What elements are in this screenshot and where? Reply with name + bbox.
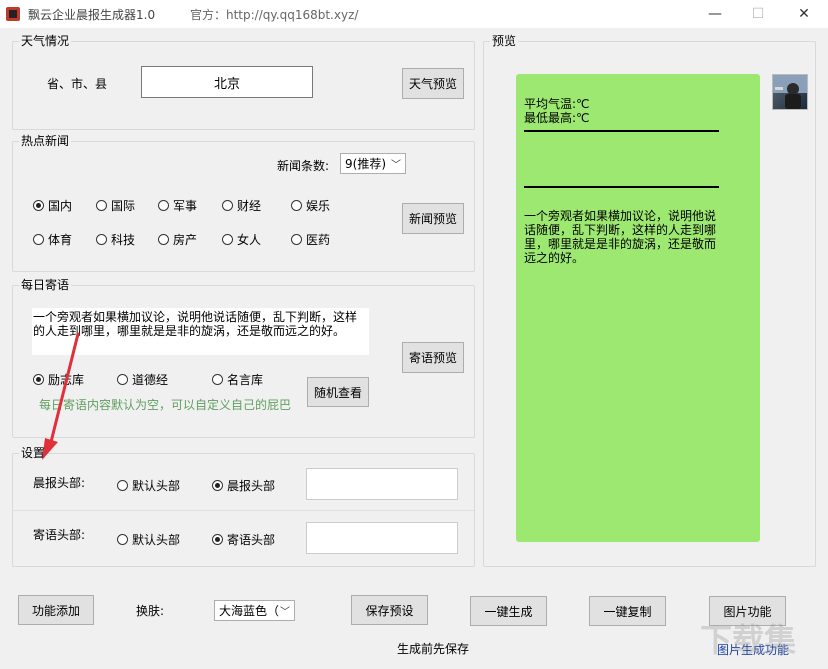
avg-temperature: 平均气温:℃ <box>524 97 590 111</box>
location-label: 省、市、县 <box>47 77 108 91</box>
radio-icon <box>96 200 107 211</box>
watermark-logo: 下载集 <box>700 621 797 659</box>
preview-message-line: 里，哪里就是是非的旋涡，还是敬而 <box>524 237 717 251</box>
message-header-label: 寄语头部: <box>33 528 86 542</box>
skin-value: 大海蓝色（ <box>219 604 280 618</box>
random-view-button[interactable]: 随机查看 <box>307 377 369 407</box>
news-count-select[interactable]: 9(推荐) ﹀ <box>340 153 406 174</box>
radio-selected-icon <box>212 480 223 491</box>
header-custom-radio[interactable]: 晨报头部 <box>212 477 275 494</box>
preview-message-line: 一个旁观者如果横加议论，说明他说 <box>524 209 717 223</box>
preview-separator <box>524 130 719 132</box>
avatar-person-icon <box>773 75 807 109</box>
news-group-title: 热点新闻 <box>19 133 72 149</box>
chevron-down-icon: ﹀ <box>391 160 401 171</box>
news-category-radio[interactable]: 体育 <box>33 231 72 248</box>
radio-icon <box>117 534 128 545</box>
copy-button[interactable]: 一键复制 <box>589 596 666 626</box>
news-category-radio[interactable]: 财经 <box>222 197 261 214</box>
settings-divider <box>13 510 474 511</box>
header-input[interactable] <box>306 468 458 500</box>
radio-icon <box>117 374 128 385</box>
radio-icon <box>222 234 233 245</box>
chevron-down-icon: ﹀ <box>280 607 290 618</box>
header-label: 晨报头部: <box>33 476 86 490</box>
website-link[interactable]: 官方：http://qy.qq168bt.xyz/ <box>190 6 358 23</box>
message-group-title: 每日寄语 <box>19 277 72 293</box>
news-category-radio[interactable]: 房产 <box>158 231 197 248</box>
news-category-radio[interactable]: 国内 <box>33 197 72 214</box>
news-count-label: 新闻条数: <box>277 159 330 173</box>
annotation-arrow-icon <box>42 332 80 460</box>
message-header-custom-radio[interactable]: 寄语头部 <box>212 531 275 548</box>
radio-icon <box>291 234 302 245</box>
minimize-icon[interactable]: — <box>704 4 726 24</box>
message-library-radio[interactable]: 道德经 <box>117 371 168 388</box>
min-max-temperature: 最低最高:℃ <box>524 111 590 125</box>
radio-icon <box>33 234 44 245</box>
message-text-line: 一个旁观者如果横加议论，说明他说话随便，乱下判断，这样 <box>33 310 358 324</box>
generate-button[interactable]: 一键生成 <box>470 596 547 626</box>
message-preview-button[interactable]: 寄语预览 <box>402 342 464 373</box>
weather-preview-button[interactable]: 天气预览 <box>402 68 464 99</box>
radio-icon <box>96 234 107 245</box>
news-category-radio[interactable]: 科技 <box>96 231 135 248</box>
add-feature-button[interactable]: 功能添加 <box>18 595 94 625</box>
news-category-radio[interactable]: 国际 <box>96 197 135 214</box>
news-category-radio[interactable]: 军事 <box>158 197 197 214</box>
radio-icon <box>291 200 302 211</box>
radio-icon <box>158 200 169 211</box>
app-logo-icon <box>6 7 20 21</box>
radio-selected-icon <box>212 534 223 545</box>
window-title: 飘云企业晨报生成器1.0 <box>28 8 156 22</box>
news-category-radio[interactable]: 娱乐 <box>291 197 330 214</box>
message-header-input[interactable] <box>306 522 458 554</box>
avatar <box>772 74 808 110</box>
maximize-icon[interactable]: ☐ <box>747 4 769 24</box>
save-preset-button[interactable]: 保存预设 <box>351 595 428 625</box>
save-note: 生成前先保存 <box>397 642 470 656</box>
radio-icon <box>212 374 223 385</box>
location-input[interactable]: 北京 <box>141 66 313 98</box>
skin-select[interactable]: 大海蓝色（ ﹀ <box>214 600 295 621</box>
news-preview-button[interactable]: 新闻预览 <box>402 203 464 234</box>
radio-selected-icon <box>33 200 44 211</box>
preview-separator <box>524 186 719 188</box>
news-category-radio[interactable]: 女人 <box>222 231 261 248</box>
close-icon[interactable]: ✕ <box>793 4 815 24</box>
header-default-radio[interactable]: 默认头部 <box>117 477 180 494</box>
preview-message-line: 话随便，乱下判断，这样的人走到哪 <box>524 223 717 237</box>
radio-icon <box>222 200 233 211</box>
message-header-default-radio[interactable]: 默认头部 <box>117 531 180 548</box>
preview-bubble <box>516 74 760 542</box>
message-library-radio[interactable]: 名言库 <box>212 371 263 388</box>
preview-group-title: 预览 <box>490 33 519 49</box>
news-count-value: 9(推荐) <box>345 157 386 171</box>
radio-icon <box>117 480 128 491</box>
news-category-radio[interactable]: 医药 <box>291 231 330 248</box>
radio-icon <box>158 234 169 245</box>
weather-group-title: 天气情况 <box>19 33 72 49</box>
preview-message-line: 远之的好。 <box>524 251 585 265</box>
skin-label: 换肤: <box>136 604 165 618</box>
